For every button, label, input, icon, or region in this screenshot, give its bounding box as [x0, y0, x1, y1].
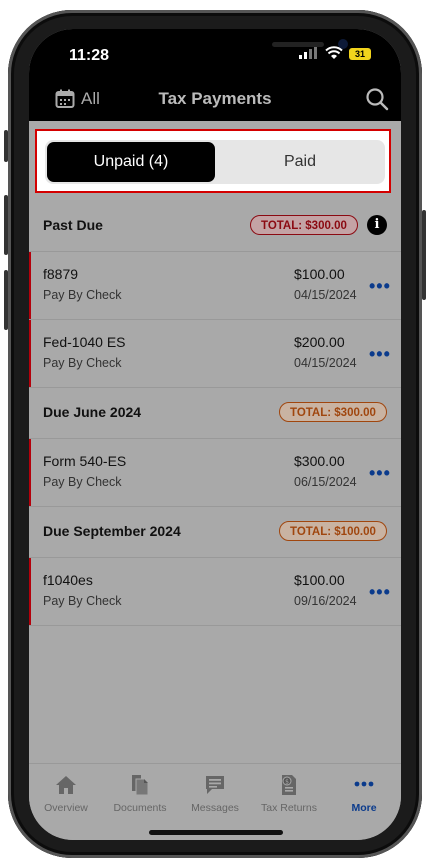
- payment-date: 09/16/2024: [294, 594, 357, 608]
- section-header-due-september: Due September 2024 TOTAL: $100.00: [29, 507, 401, 558]
- total-badge: TOTAL: $100.00: [279, 521, 387, 541]
- tab-more[interactable]: More: [327, 774, 401, 814]
- list-item[interactable]: f8879 Pay By Check $100.00 04/15/2024 ••…: [29, 252, 401, 320]
- tab-label: More: [351, 802, 377, 814]
- payment-name: f8879: [43, 266, 79, 282]
- tab-overview[interactable]: Overview: [29, 774, 103, 814]
- messages-icon: [206, 776, 224, 794]
- payment-date: 04/15/2024: [294, 288, 357, 302]
- section-title: Due June 2024: [43, 404, 142, 420]
- past-due-indicator: [29, 439, 31, 506]
- payment-amount: $200.00: [294, 334, 345, 350]
- more-options-icon[interactable]: •••: [369, 344, 391, 365]
- payment-name: f1040es: [43, 572, 93, 588]
- status-bar: 11:28 31: [29, 29, 401, 77]
- page-title: Tax Payments: [158, 89, 272, 108]
- tab-label: Messages: [191, 802, 239, 814]
- section-title: Past Due: [43, 217, 103, 233]
- payment-method: Pay By Check: [43, 356, 122, 370]
- payments-list: Past Due TOTAL: $300.00 i f8879 Pay By C…: [29, 201, 401, 626]
- tab-messages[interactable]: Messages: [178, 774, 252, 814]
- battery-icon: 31: [349, 48, 371, 60]
- payment-date: 06/15/2024: [294, 475, 357, 489]
- search-icon[interactable]: [365, 87, 389, 111]
- documents-icon: [132, 775, 149, 796]
- segment-paid[interactable]: Paid: [215, 142, 385, 182]
- more-icon: [354, 781, 374, 787]
- payment-status-segmented-control: Unpaid (4) Paid: [45, 140, 385, 184]
- total-badge: TOTAL: $300.00: [279, 402, 387, 422]
- tab-tax-returns[interactable]: $ Tax Returns: [252, 774, 326, 814]
- past-due-indicator: [29, 252, 31, 319]
- segment-unpaid[interactable]: Unpaid (4): [47, 142, 215, 182]
- payment-amount: $100.00: [294, 572, 345, 588]
- more-options-icon[interactable]: •••: [369, 463, 391, 484]
- volume-down-button: [4, 270, 8, 330]
- section-header-due-june: Due June 2024 TOTAL: $300.00: [29, 388, 401, 439]
- home-indicator[interactable]: [149, 830, 283, 835]
- tab-label: Overview: [44, 802, 88, 814]
- more-options-icon[interactable]: •••: [369, 276, 391, 297]
- mute-switch: [4, 130, 8, 162]
- payment-date: 04/15/2024: [294, 356, 357, 370]
- more-options-icon[interactable]: •••: [369, 582, 391, 603]
- section-header-past-due: Past Due TOTAL: $300.00 i: [29, 201, 401, 252]
- payment-amount: $100.00: [294, 266, 345, 282]
- total-badge: TOTAL: $300.00: [250, 215, 358, 235]
- power-button: [422, 210, 426, 300]
- bottom-tab-bar: Overview Documents Messages $ Tax Return…: [29, 763, 401, 840]
- segment-highlight-box: Unpaid (4) Paid: [35, 129, 391, 193]
- info-icon[interactable]: i: [367, 215, 387, 235]
- tab-label: Tax Returns: [260, 802, 318, 814]
- tax-returns-icon: $: [282, 775, 296, 795]
- past-due-indicator: [29, 320, 31, 387]
- payment-method: Pay By Check: [43, 288, 122, 302]
- list-item[interactable]: Form 540-ES Pay By Check $300.00 06/15/2…: [29, 439, 401, 507]
- volume-up-button: [4, 195, 8, 255]
- payment-name: Fed-1040 ES: [43, 334, 126, 350]
- past-due-indicator: [29, 558, 31, 625]
- svg-text:$: $: [285, 779, 289, 786]
- tab-label: Documents: [113, 802, 167, 814]
- notch: [112, 29, 348, 63]
- app-screen: 11:28 31 All Tax Payments Unpaid (4) Pai…: [29, 29, 401, 840]
- list-item[interactable]: Fed-1040 ES Pay By Check $200.00 04/15/2…: [29, 320, 401, 388]
- list-item[interactable]: f1040es Pay By Check $100.00 09/16/2024 …: [29, 558, 401, 626]
- home-icon: [56, 776, 76, 794]
- status-time: 11:28: [69, 47, 110, 64]
- payment-method: Pay By Check: [43, 475, 122, 489]
- payment-name: Form 540-ES: [43, 453, 127, 469]
- section-title: Due September 2024: [43, 523, 181, 539]
- wifi-icon: [325, 46, 343, 59]
- payment-amount: $300.00: [294, 453, 345, 469]
- payment-method: Pay By Check: [43, 594, 122, 608]
- top-nav: All Tax Payments: [29, 77, 401, 121]
- tab-documents[interactable]: Documents: [103, 774, 177, 814]
